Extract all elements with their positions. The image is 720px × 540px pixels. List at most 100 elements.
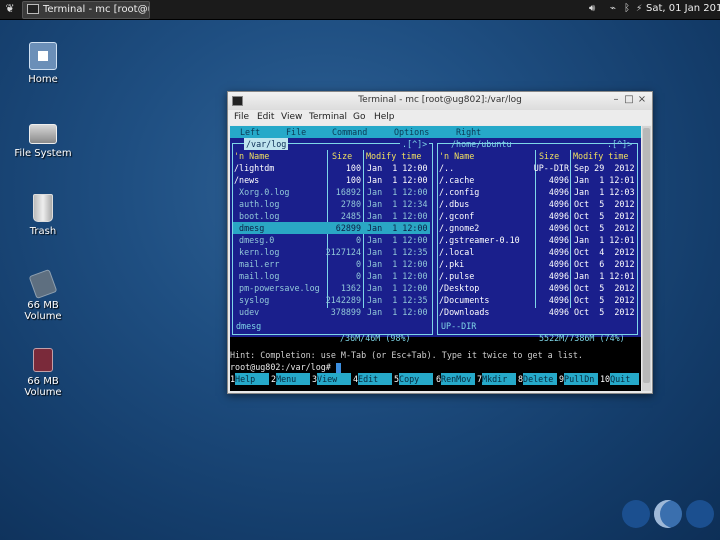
fkey-renmov[interactable]: 6RenMov xyxy=(436,373,477,385)
mc-left-panel[interactable]: /var/log .[^]> 'n Name Size Modify time … xyxy=(230,138,435,343)
taskbar-terminal-button[interactable]: Terminal - mc [root@ug80... xyxy=(22,1,150,19)
file-size: 100 xyxy=(345,163,361,173)
file-name: /.gstreamer-0.10 xyxy=(439,235,520,245)
minimize-button[interactable]: – xyxy=(610,94,622,105)
file-row[interactable]: Xorg.0.log 16892 Jan 1 12:00 xyxy=(233,186,430,198)
menu-file[interactable]: File xyxy=(234,112,249,122)
command-line[interactable]: root@ug802:/var/log# xyxy=(230,361,341,373)
file-size: 4096 xyxy=(548,187,569,197)
menu-view[interactable]: View xyxy=(281,112,302,122)
terminal-screen[interactable]: Left File Command Options Right /var/log… xyxy=(230,126,641,391)
file-row[interactable]: /Desktop 4096 Oct 5 2012 xyxy=(438,282,635,294)
desktop-icon-volume-2[interactable]: 66 MB Volume xyxy=(8,348,78,398)
fkey-label: Help xyxy=(235,373,270,385)
window-titlebar[interactable]: Terminal - mc [root@ug802]:/var/log – □ … xyxy=(228,92,652,110)
file-row[interactable]: syslog 2142289 Jan 1 12:35 xyxy=(233,294,430,306)
file-row[interactable]: /Downloads 4096 Oct 5 2012 xyxy=(438,306,635,318)
desktop-icon-volume-1[interactable]: 66 MB Volume xyxy=(8,268,78,322)
menu-go[interactable]: Go xyxy=(353,112,365,122)
volume-icon[interactable]: 🔊︎ xyxy=(589,2,595,16)
file-row[interactable]: pm-powersave.log 1362 Jan 1 12:00 xyxy=(233,282,430,294)
file-row[interactable]: dmesg.0 0 Jan 1 12:00 xyxy=(233,234,430,246)
right-mini-info: UP--DIR xyxy=(441,321,477,331)
file-row[interactable]: mail.log 0 Jan 1 12:00 xyxy=(233,270,430,282)
network-icon[interactable]: ⌁ xyxy=(610,2,616,16)
file-row[interactable]: /news 100 Jan 1 12:00 xyxy=(233,174,430,186)
mc-menu-right[interactable]: Right xyxy=(456,126,481,138)
file-row[interactable]: /.gnome2 4096 Oct 5 2012 xyxy=(438,222,635,234)
menu-edit[interactable]: Edit xyxy=(257,112,274,122)
fkey-mkdir[interactable]: 7Mkdir xyxy=(477,373,518,385)
fkey-pulldn[interactable]: 9PullDn xyxy=(559,373,600,385)
file-mtime: Oct 5 2012 xyxy=(574,283,635,293)
file-mtime: Oct 6 2012 xyxy=(574,259,635,269)
file-row[interactable]: udev 378899 Jan 1 12:00 xyxy=(233,306,430,318)
panel-clock[interactable]: Sat, 01 Jan 2011 12: xyxy=(646,2,720,16)
mc-right-panel[interactable]: /home/ubuntu .[^]> 'n Name Size Modify t… xyxy=(435,138,641,343)
menu-terminal[interactable]: Terminal xyxy=(309,112,347,122)
file-mtime: Sep 29 2012 xyxy=(574,163,635,173)
desktop-icon-trash[interactable]: Trash xyxy=(8,194,78,237)
desktop-icon-home[interactable]: Home xyxy=(8,42,78,85)
file-row[interactable]: /.config 4096 Jan 1 12:03 xyxy=(438,186,635,198)
right-panel-corner[interactable]: .[^]> xyxy=(605,138,634,150)
fkey-menu[interactable]: 2Menu xyxy=(271,373,312,385)
file-size: 4096 xyxy=(548,175,569,185)
applications-menu-icon[interactable]: ❦ xyxy=(3,2,17,16)
right-header-name[interactable]: 'n Name xyxy=(439,150,474,162)
left-mini-info: dmesg xyxy=(236,321,262,331)
file-row[interactable]: /.dbus 4096 Oct 5 2012 xyxy=(438,198,635,210)
file-row[interactable]: boot.log 2485 Jan 1 12:00 xyxy=(233,210,430,222)
file-row[interactable]: /.cache 4096 Jan 1 12:01 xyxy=(438,174,635,186)
file-mtime: Jan 1 12:00 xyxy=(367,163,428,173)
mc-menu-options[interactable]: Options xyxy=(394,126,429,138)
left-header-name[interactable]: 'n Name xyxy=(234,150,269,162)
file-mtime: Jan 1 12:00 xyxy=(367,187,428,197)
file-mtime: Jan 1 12:00 xyxy=(367,235,428,245)
bluetooth-icon[interactable]: ᛒ xyxy=(624,2,630,16)
fkey-quit[interactable]: 10Quit xyxy=(600,373,641,385)
terminal-scrollbar[interactable] xyxy=(642,126,651,391)
file-name: /Documents xyxy=(439,295,490,305)
maximize-button[interactable]: □ xyxy=(623,94,635,105)
file-row[interactable]: /.local 4096 Oct 4 2012 xyxy=(438,246,635,258)
file-row[interactable]: /.pki 4096 Oct 6 2012 xyxy=(438,258,635,270)
right-panel-path[interactable]: /home/ubuntu xyxy=(449,138,514,150)
file-row[interactable]: auth.log 2780 Jan 1 12:34 xyxy=(233,198,430,210)
file-row[interactable]: /lightdm 100 Jan 1 12:00 xyxy=(233,162,430,174)
window-title: Terminal - mc [root@ug802]:/var/log xyxy=(358,95,522,105)
file-row[interactable]: /.gstreamer-0.10 4096 Jan 1 12:01 xyxy=(438,234,635,246)
left-header-mtime[interactable]: Modify time xyxy=(366,150,421,162)
left-panel-corner[interactable]: .[^]> xyxy=(400,138,430,150)
mc-menu-left[interactable]: Left xyxy=(240,126,260,138)
file-row[interactable]: /.pulse 4096 Jan 1 12:01 xyxy=(438,270,635,282)
close-button[interactable]: × xyxy=(636,94,648,105)
file-row[interactable]: /.gconf 4096 Oct 5 2012 xyxy=(438,210,635,222)
file-row[interactable]: dmesg 62899 Jan 1 12:00 xyxy=(233,222,430,234)
fkey-copy[interactable]: 5Copy xyxy=(394,373,435,385)
right-header-mtime[interactable]: Modify time xyxy=(573,150,628,162)
file-name: /.pulse xyxy=(439,271,475,281)
right-header-size[interactable]: Size xyxy=(539,150,559,162)
file-size: 100 xyxy=(345,175,361,185)
file-row[interactable]: /Documents 4096 Oct 5 2012 xyxy=(438,294,635,306)
mc-menu-command[interactable]: Command xyxy=(332,126,367,138)
file-row[interactable]: mail.err 0 Jan 1 12:00 xyxy=(233,258,430,270)
menu-help[interactable]: Help xyxy=(374,112,395,122)
file-row[interactable]: kern.log 2127124 Jan 1 12:35 xyxy=(233,246,430,258)
file-row[interactable]: /.. UP--DIR Sep 29 2012 xyxy=(438,162,635,174)
fkey-view[interactable]: 3View xyxy=(312,373,353,385)
file-name: dmesg xyxy=(234,223,265,233)
scrollbar-thumb[interactable] xyxy=(643,128,650,383)
fkey-label: RenMov xyxy=(441,373,476,385)
mc-menu-file[interactable]: File xyxy=(286,126,306,138)
power-icon[interactable]: ⚡︎ xyxy=(636,2,642,16)
fkey-delete[interactable]: 8Delete xyxy=(518,373,559,385)
desktop-icon-file-system[interactable]: File System xyxy=(8,118,78,159)
left-panel-path[interactable]: /var/log xyxy=(244,138,289,150)
fkey-help[interactable]: 1Help xyxy=(230,373,271,385)
file-name: /.gconf xyxy=(439,211,475,221)
left-header-size[interactable]: Size xyxy=(332,150,352,162)
file-size: 4096 xyxy=(548,283,569,293)
fkey-edit[interactable]: 4Edit xyxy=(353,373,394,385)
